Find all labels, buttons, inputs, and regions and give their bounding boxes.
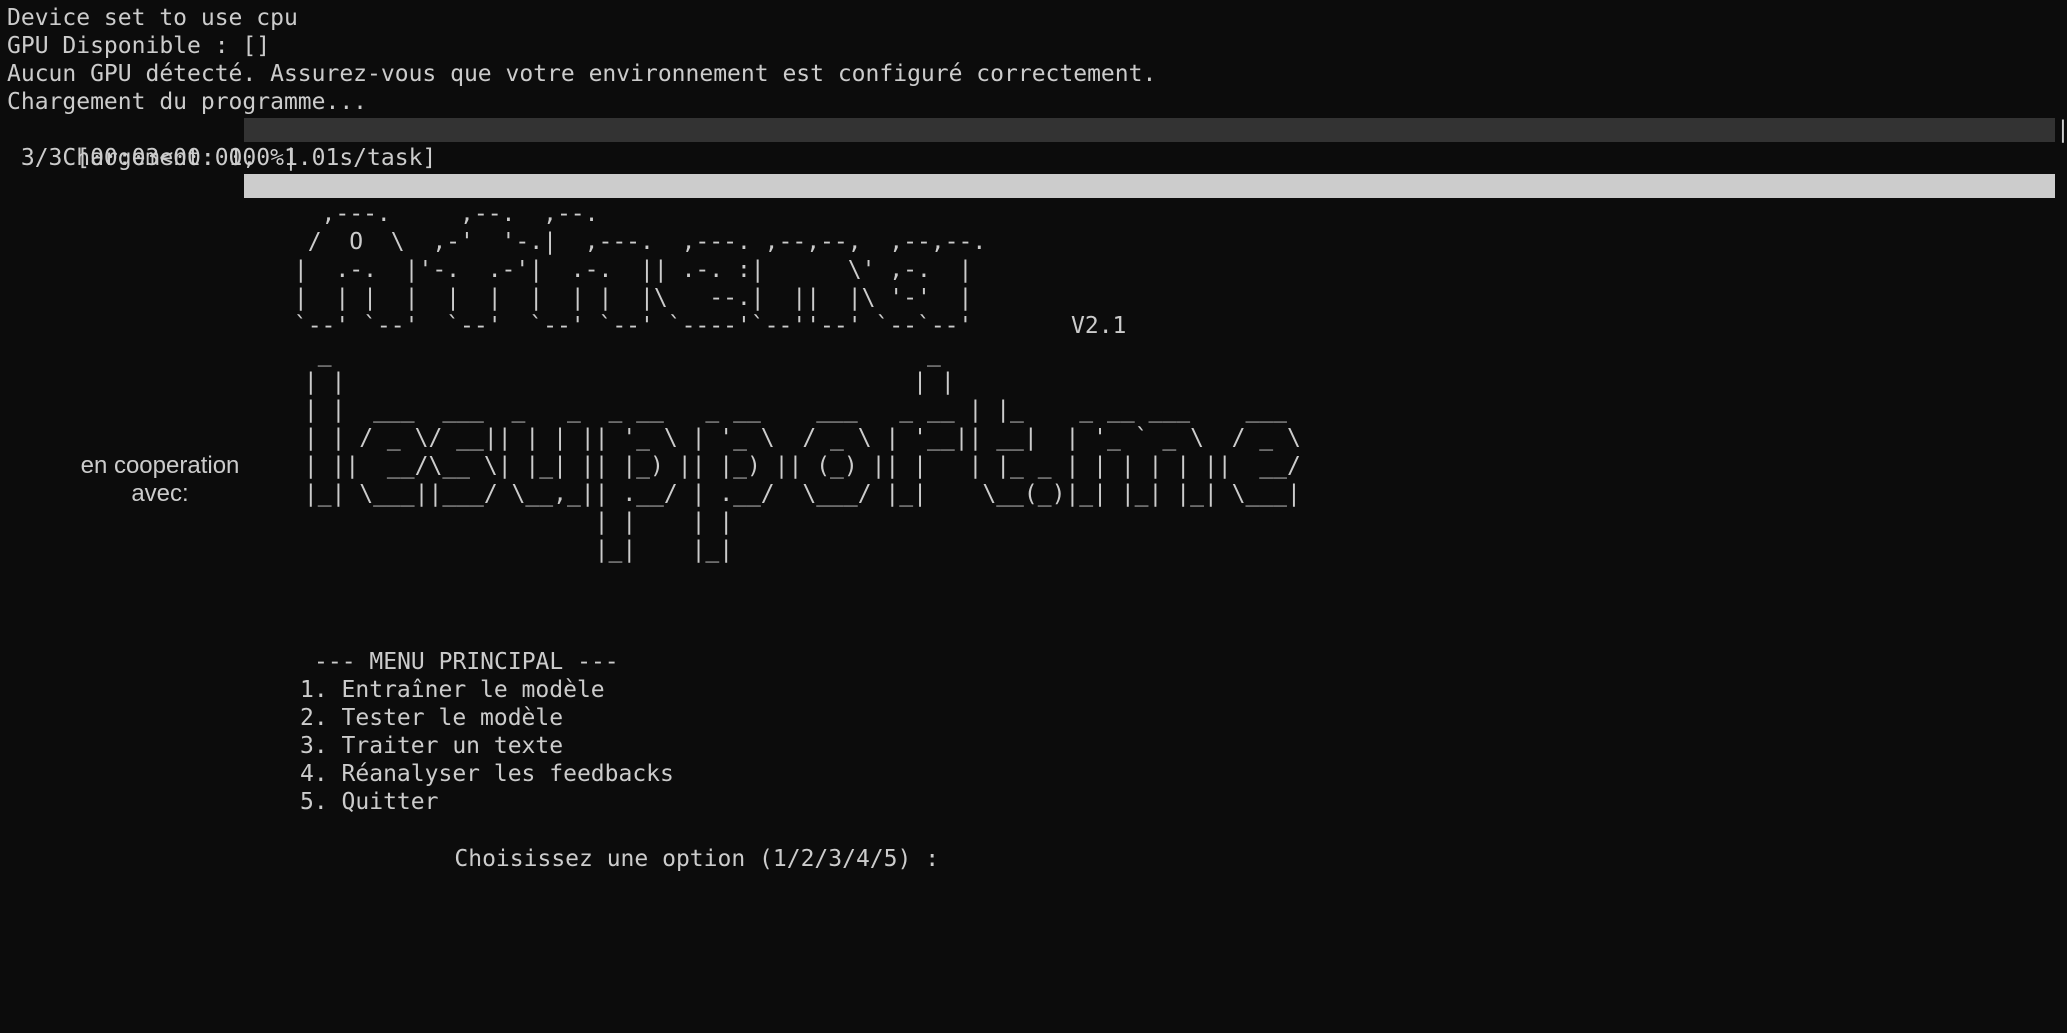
version-label: V2.1 (1071, 313, 1127, 339)
console-line-gpu-warning: Aucun GPU détecté. Assurez-vous que votr… (7, 61, 1157, 87)
ascii-logo-bottom: _ _ | | | | | | ___ ___ _ _ _ __ _ __ __… (303, 341, 1301, 563)
menu-item-reanalyse: 4. Réanalyser les feedbacks (300, 761, 674, 787)
console-line-gpu: GPU Disponible : [] (7, 33, 271, 59)
main-menu: --- MENU PRINCIPAL --- 1. Entraîner le m… (300, 648, 674, 872)
prompt-text: Choisissez une option (1/2/3/4/5) : (454, 846, 953, 872)
progress-stats: 3/3 [00:03<00:00, 1.01s/task] (7, 145, 437, 171)
menu-item-quit: 5. Quitter (300, 789, 439, 815)
menu-title: --- MENU PRINCIPAL --- (314, 649, 619, 675)
console-line-device: Device set to use cpu (7, 5, 298, 31)
progress-end: | (2056, 117, 2067, 143)
menu-item-test: 2. Tester le modèle (300, 705, 564, 731)
loading-progress: Chargement: 100%| | (7, 116, 2067, 198)
cursor (953, 862, 965, 866)
cooperation-label: en cooperation avec: (80, 452, 240, 507)
ascii-logo-top: ,---. ,--. ,--. / O \ ,-' '-.| ,---. ,--… (293, 201, 987, 339)
option-prompt[interactable]: Choisissez une option (1/2/3/4/5) : (399, 817, 965, 901)
menu-item-process-text: 3. Traiter un texte (300, 733, 564, 759)
progress-fill (244, 174, 2055, 198)
console-line-loading: Chargement du programme... (7, 89, 368, 115)
menu-item-train: 1. Entraîner le modèle (300, 677, 605, 703)
terminal-window[interactable]: Device set to use cpu GPU Disponible : [… (0, 0, 2067, 1033)
progress-bar (244, 118, 2055, 198)
